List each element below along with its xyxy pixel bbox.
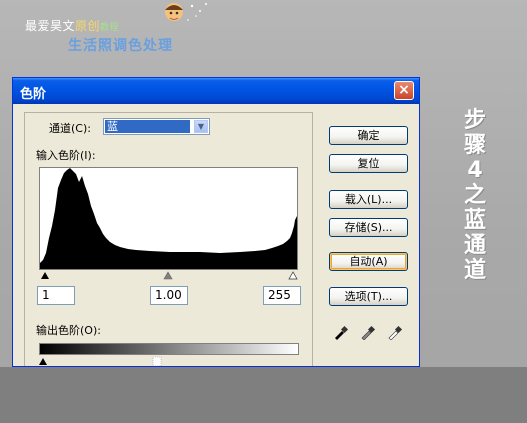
load-button[interactable]: 载入(L)... [329, 190, 408, 209]
close-button[interactable]: × [394, 81, 414, 100]
output-black-slider-icon[interactable] [39, 358, 47, 365]
shadow-slider-icon[interactable] [41, 272, 49, 279]
levels-dialog: 色阶 × 通道(C): 蓝 ▼ 输入色阶(I): 1 1.00 255 输出色阶… [12, 77, 420, 367]
banner-title-prefix: 最爱昊文 [25, 19, 76, 33]
histogram-graph [40, 168, 297, 269]
channel-select-value: 蓝 [105, 120, 190, 133]
input-levels-label: 输入色阶(I): [36, 149, 96, 162]
side-caption-char: 通 [463, 233, 486, 258]
input-shadow-field[interactable]: 1 [37, 286, 75, 305]
black-eyedropper-icon[interactable] [333, 324, 349, 340]
channel-select[interactable]: 蓝 ▼ [103, 118, 210, 135]
white-eyedropper-icon[interactable] [387, 324, 403, 340]
output-levels-slider[interactable] [39, 355, 164, 367]
midtone-slider-icon[interactable] [163, 271, 173, 280]
input-midtone-field[interactable]: 1.00 [150, 286, 188, 305]
histogram [39, 167, 298, 270]
banner-title-highlight: 原创 [75, 19, 101, 33]
ok-button[interactable]: 确定 [329, 126, 408, 145]
side-caption-char: 4 [467, 158, 483, 183]
input-levels-slider[interactable] [39, 268, 299, 280]
side-caption-char: 之 [463, 183, 486, 208]
dialog-titlebar[interactable]: 色阶 × [13, 78, 419, 104]
auto-button[interactable]: 自动(A) [329, 252, 408, 271]
channel-label: 通道(C): [49, 122, 91, 135]
options-button[interactable]: 选项(T)... [329, 287, 408, 306]
mascot-icon [165, 3, 207, 21]
side-caption-char: 步 [463, 108, 486, 133]
output-levels-label: 输出色阶(O): [36, 324, 101, 337]
chevron-down-icon[interactable]: ▼ [194, 120, 208, 133]
bottom-band [0, 367, 527, 423]
side-caption: 步 骤 4 之 蓝 通 道 [459, 108, 491, 283]
input-highlight-field[interactable]: 255 [263, 286, 301, 305]
side-caption-char: 道 [463, 258, 486, 283]
side-caption-char: 骤 [463, 133, 486, 158]
output-white-slider-icon[interactable] [152, 356, 162, 366]
side-caption-char: 蓝 [463, 208, 486, 233]
close-icon: × [398, 82, 410, 98]
highlight-slider-icon[interactable] [288, 271, 298, 280]
banner-title-suffix: 教程 [100, 23, 120, 33]
dialog-title: 色阶 [20, 87, 47, 102]
output-gradient [39, 343, 299, 355]
save-button[interactable]: 存储(S)... [329, 218, 408, 237]
banner-title: 最爱昊文原创教程 [25, 17, 119, 34]
gray-eyedropper-icon[interactable] [360, 324, 376, 340]
banner-subtitle: 生活照调色处理 [68, 38, 173, 54]
reset-button[interactable]: 复位 [329, 154, 408, 173]
